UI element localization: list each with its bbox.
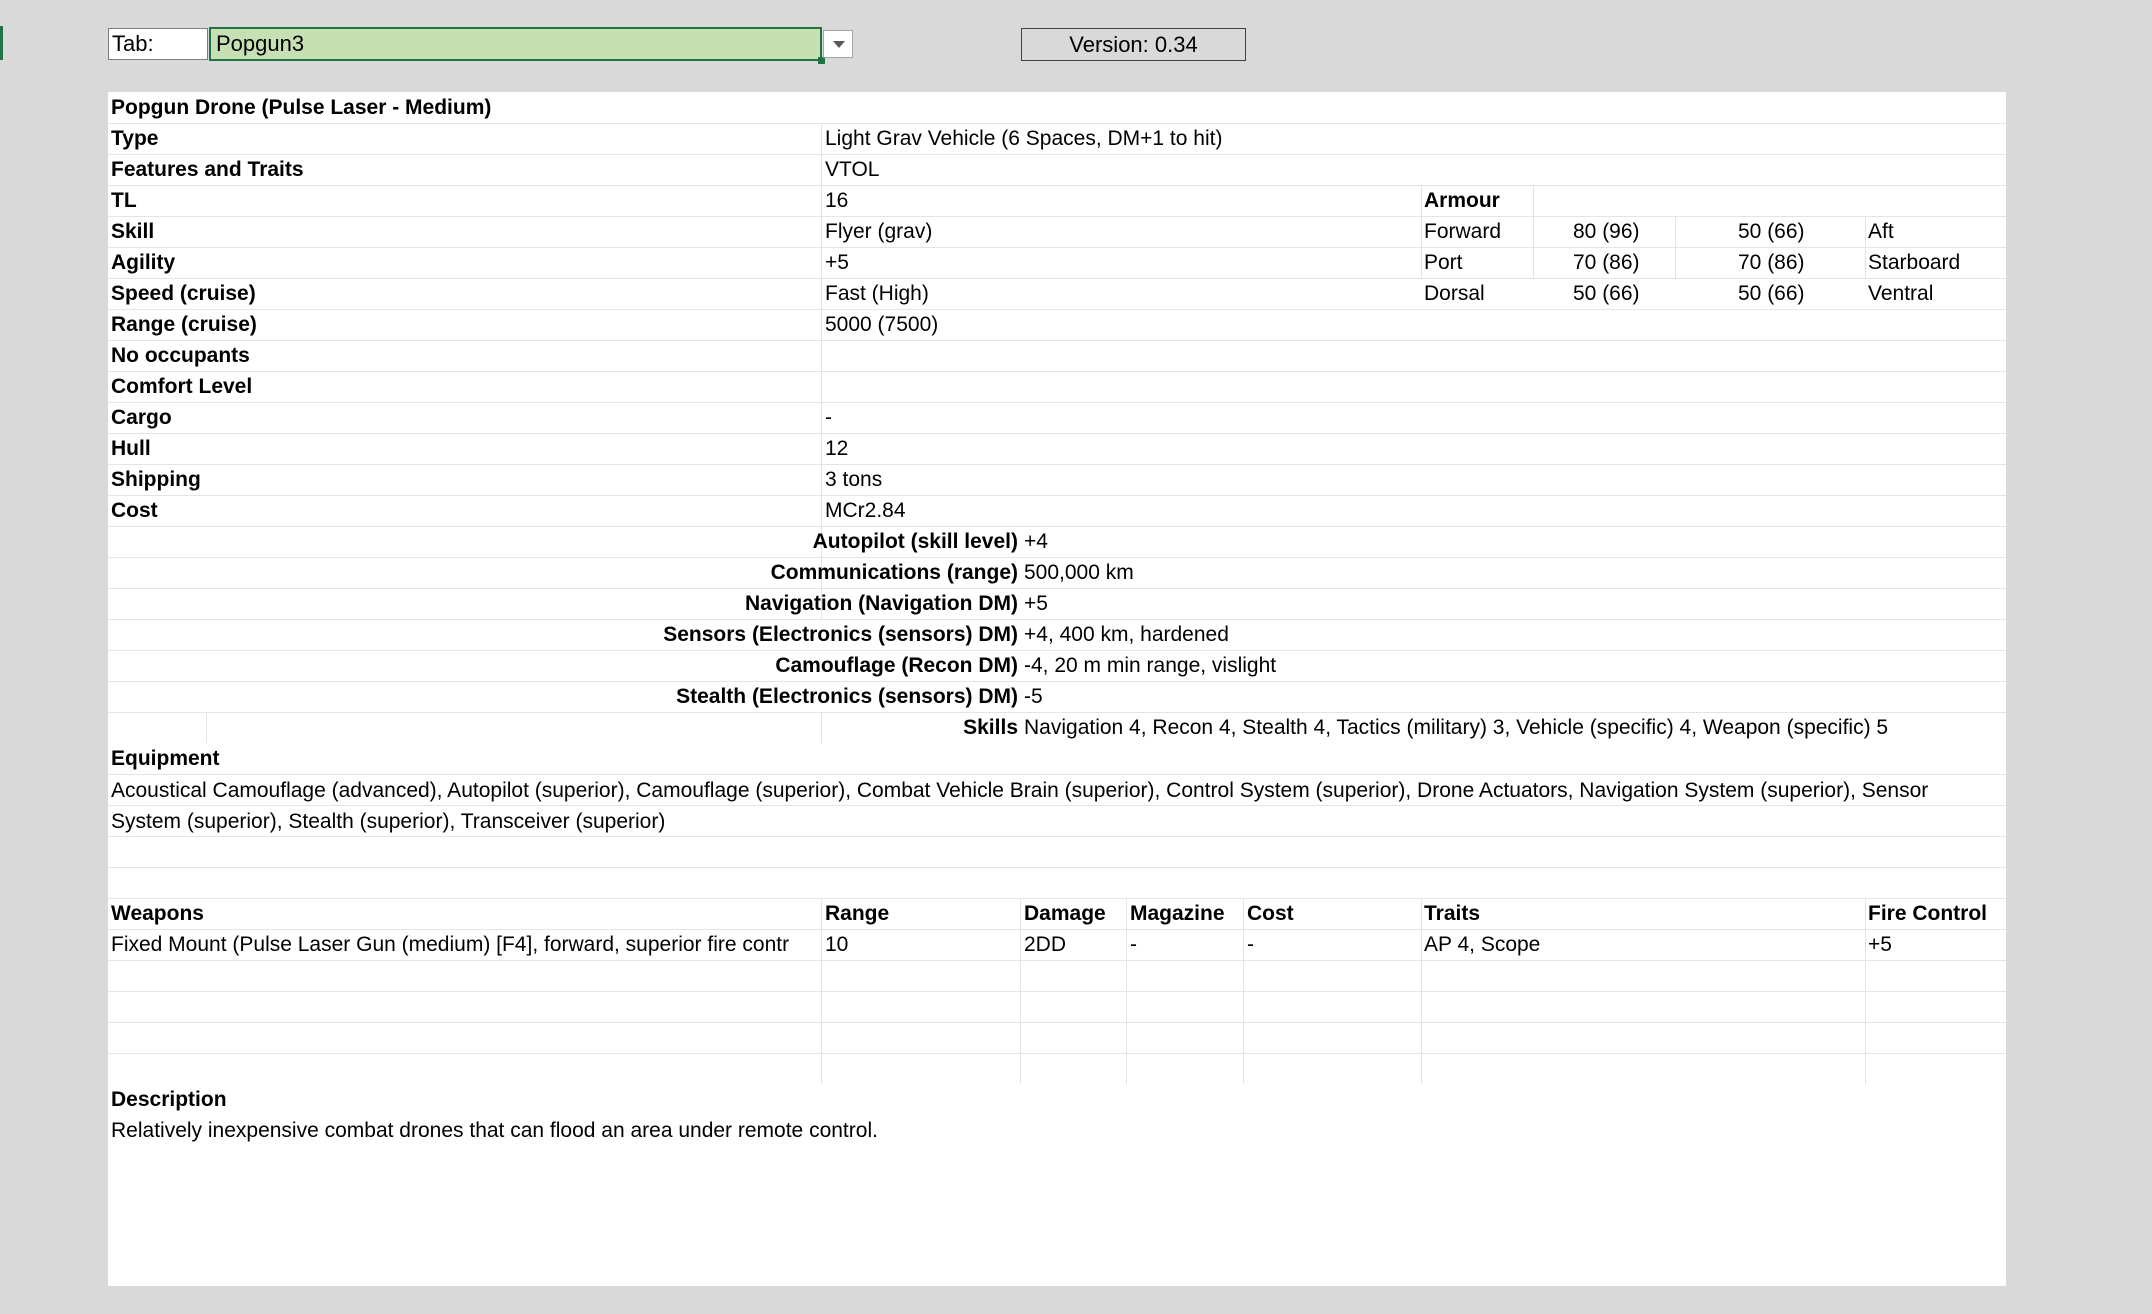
prop-label: Agility xyxy=(111,251,176,274)
description-text: Relatively inexpensive combat drones tha… xyxy=(111,1119,878,1142)
armour-value: 50 (66) xyxy=(1738,220,1805,243)
prop-label: Comfort Level xyxy=(111,375,253,398)
prop-value: MCr2.84 xyxy=(825,499,906,522)
weapon-damage: 2DD xyxy=(1024,933,1067,956)
armour-value: 70 (86) xyxy=(1573,251,1640,274)
system-label: Communications (range) xyxy=(770,561,1018,584)
system-value: -5 xyxy=(1024,685,1043,708)
weapons-header: Weapons xyxy=(111,902,204,925)
weapons-header: Magazine xyxy=(1130,902,1225,925)
weapon-cost: - xyxy=(1247,933,1254,956)
prop-label: Cost xyxy=(111,499,158,522)
equipment-text: Acoustical Camouflage (advanced), Autopi… xyxy=(111,779,1929,833)
prop-label: Features and Traits xyxy=(111,158,304,181)
prop-label: Shipping xyxy=(111,468,201,491)
armour-facing: Forward xyxy=(1424,220,1502,243)
prop-value: Light Grav Vehicle (6 Spaces, DM+1 to hi… xyxy=(825,127,1223,150)
prop-label: Speed (cruise) xyxy=(111,282,256,305)
prop-value: 5000 (7500) xyxy=(825,313,939,336)
prop-label: TL xyxy=(111,189,137,212)
armour-value: 50 (66) xyxy=(1573,282,1640,305)
prop-value: 12 xyxy=(825,437,849,460)
armour-facing: Dorsal xyxy=(1424,282,1485,305)
prop-value: Fast (High) xyxy=(825,282,929,305)
system-value: Navigation 4, Recon 4, Stealth 4, Tactic… xyxy=(1024,716,1889,739)
weapons-header: Cost xyxy=(1247,902,1294,925)
system-value: -4, 20 m min range, vislight xyxy=(1024,654,1277,677)
prop-label: Hull xyxy=(111,437,151,460)
prop-value: VTOL xyxy=(825,158,880,181)
prop-value: 16 xyxy=(825,189,849,212)
weapon-traits: AP 4, Scope xyxy=(1424,933,1541,956)
weapon-fire-control: +5 xyxy=(1868,933,1892,956)
system-value: +4, 400 km, hardened xyxy=(1024,623,1229,646)
weapons-header: Traits xyxy=(1424,902,1481,925)
armour-facing: Port xyxy=(1424,251,1463,274)
prop-value: +5 xyxy=(825,251,849,274)
version-box: Version: 0.34 xyxy=(1021,28,1246,61)
system-label: Stealth (Electronics (sensors) DM) xyxy=(676,685,1018,708)
tab-dropdown-button[interactable] xyxy=(823,30,853,58)
system-label: Skills xyxy=(963,716,1018,739)
prop-label: Skill xyxy=(111,220,155,243)
spec-sheet: Popgun Drone (Pulse Laser - Medium) Type… xyxy=(108,92,2006,1286)
vehicle-title: Popgun Drone (Pulse Laser - Medium) xyxy=(111,96,492,119)
tab-label: Tab: xyxy=(108,28,208,60)
armour-value: 80 (96) xyxy=(1573,220,1640,243)
weapons-header: Fire Control xyxy=(1868,902,1987,925)
system-value: 500,000 km xyxy=(1024,561,1134,584)
system-label: Sensors (Electronics (sensors) DM) xyxy=(663,623,1018,646)
armour-header: Armour xyxy=(1424,189,1500,212)
prop-value: Flyer (grav) xyxy=(825,220,933,243)
weapon-range: 10 xyxy=(825,933,849,956)
armour-facing: Starboard xyxy=(1868,251,1961,274)
fill-handle[interactable] xyxy=(818,57,825,64)
weapons-header: Damage xyxy=(1024,902,1106,925)
prop-label: Type xyxy=(111,127,159,150)
prop-value: - xyxy=(825,406,832,429)
weapons-header: Range xyxy=(825,902,890,925)
armour-value: 70 (86) xyxy=(1738,251,1805,274)
chevron-down-icon xyxy=(833,41,845,48)
selected-row-marker xyxy=(0,26,3,60)
description-header: Description xyxy=(111,1088,227,1111)
armour-facing: Aft xyxy=(1868,220,1894,243)
system-label: Camouflage (Recon DM) xyxy=(775,654,1018,677)
prop-value: 3 tons xyxy=(825,468,883,491)
tab-select[interactable]: Popgun3 xyxy=(209,27,822,61)
prop-label: No occupants xyxy=(111,344,250,367)
prop-label: Range (cruise) xyxy=(111,313,257,336)
weapon-magazine: - xyxy=(1130,933,1137,956)
equipment-header: Equipment xyxy=(111,747,220,770)
prop-label: Cargo xyxy=(111,406,172,429)
armour-value: 50 (66) xyxy=(1738,282,1805,305)
weapon-name: Fixed Mount (Pulse Laser Gun (medium) [F… xyxy=(111,933,790,956)
system-value: +4 xyxy=(1024,530,1048,553)
system-value: +5 xyxy=(1024,592,1048,615)
system-label: Autopilot (skill level) xyxy=(812,530,1018,553)
system-label: Navigation (Navigation DM) xyxy=(744,592,1018,615)
armour-facing: Ventral xyxy=(1868,282,1934,305)
